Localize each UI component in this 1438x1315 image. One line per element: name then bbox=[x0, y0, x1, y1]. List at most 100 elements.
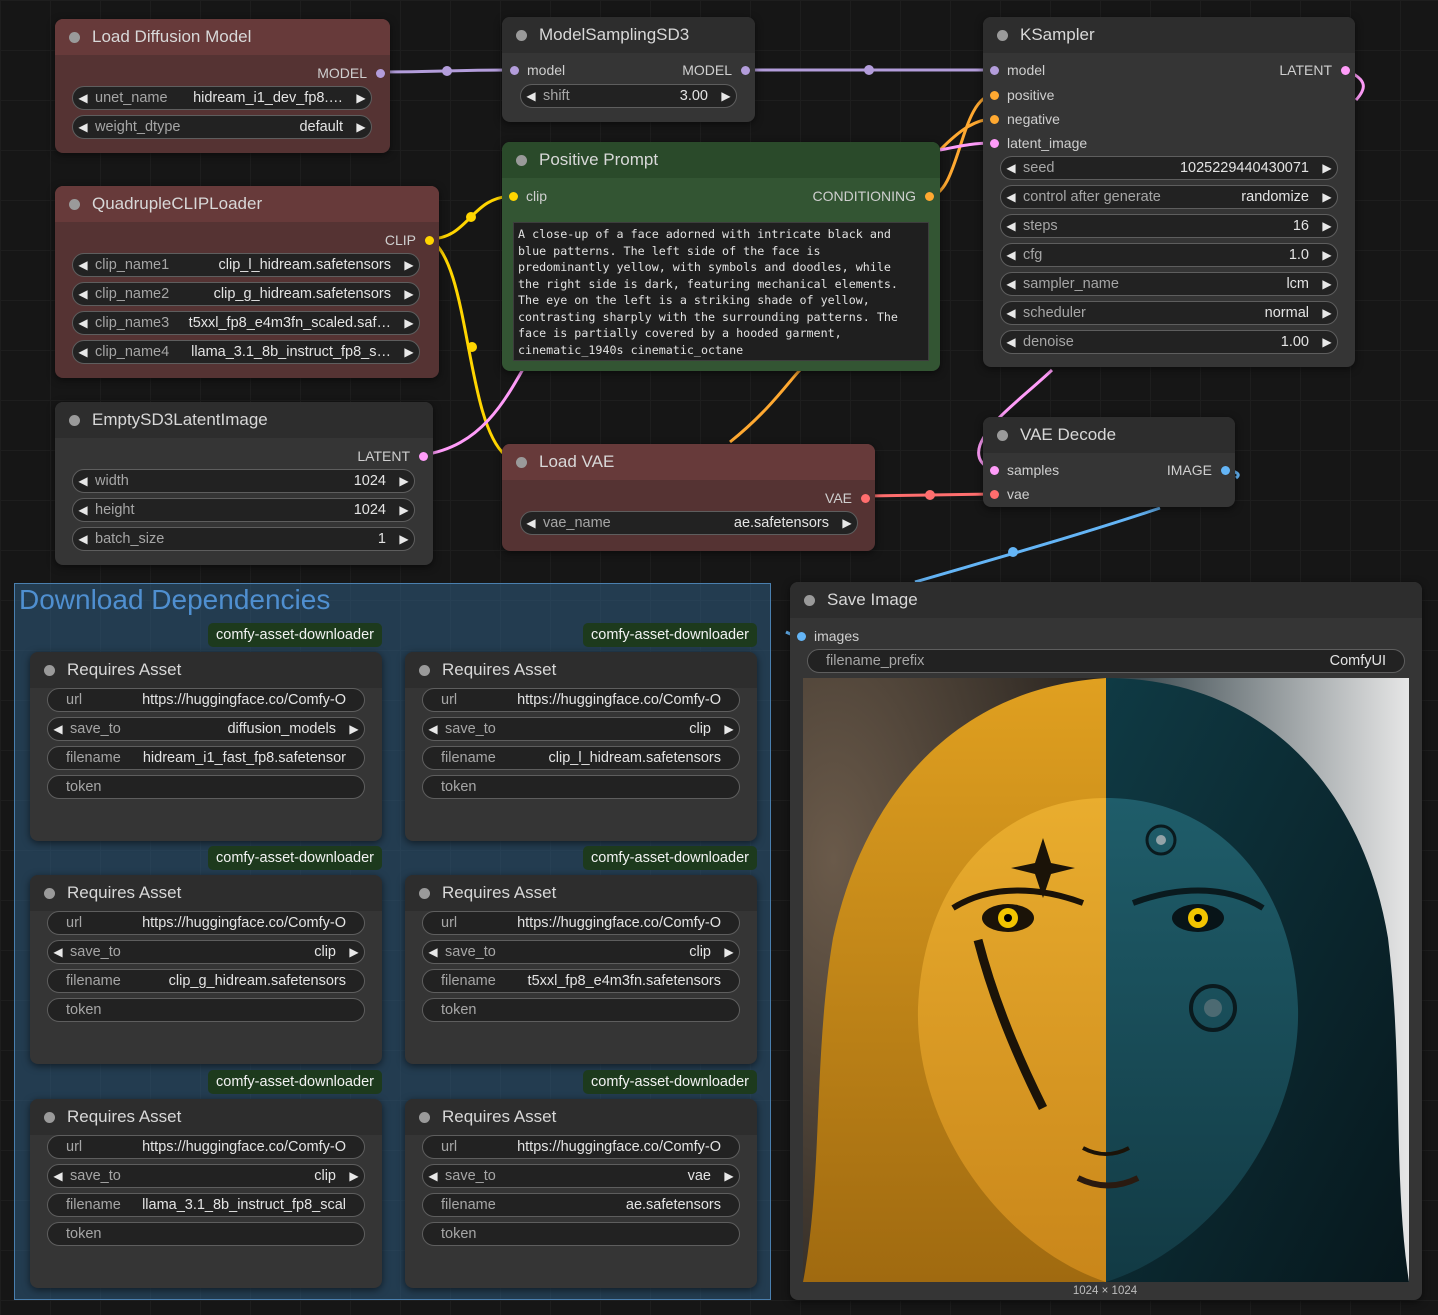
arrow-right-icon[interactable]: ▶ bbox=[1317, 248, 1337, 262]
collapse-dot-icon[interactable] bbox=[44, 887, 55, 899]
arrow-right-icon[interactable]: ▶ bbox=[351, 91, 371, 105]
collapse-dot-icon[interactable] bbox=[997, 29, 1008, 41]
url-input[interactable]: url https://huggingface.co/Comfy-O bbox=[422, 911, 740, 935]
token-input[interactable]: token bbox=[422, 1222, 740, 1246]
collapse-dot-icon[interactable] bbox=[419, 887, 430, 899]
slot-dot-icon[interactable] bbox=[1221, 465, 1230, 475]
arrow-left-icon[interactable]: ◀ bbox=[73, 120, 93, 134]
node-header[interactable]: Requires Asset bbox=[405, 875, 757, 911]
arrow-right-icon[interactable]: ▶ bbox=[719, 945, 739, 959]
arrow-right-icon[interactable]: ▶ bbox=[399, 258, 419, 272]
steps-number[interactable]: ◀ steps 16 ▶ bbox=[1000, 214, 1338, 238]
node-vae-decode[interactable]: VAE Decode samples IMAGE vae bbox=[983, 417, 1235, 507]
arrow-left-icon[interactable]: ◀ bbox=[48, 1169, 68, 1183]
arrow-left-icon[interactable]: ◀ bbox=[48, 722, 68, 736]
collapse-dot-icon[interactable] bbox=[804, 594, 815, 606]
filename-input[interactable]: filename ae.safetensors bbox=[422, 1193, 740, 1217]
filename-input[interactable]: filename llama_3.1_8b_instruct_fp8_scal bbox=[47, 1193, 365, 1217]
output-conditioning-slot[interactable]: CONDITIONING bbox=[813, 187, 934, 205]
shift-number[interactable]: ◀ shift 3.00 ▶ bbox=[520, 84, 737, 108]
arrow-right-icon[interactable]: ▶ bbox=[837, 516, 857, 530]
arrow-left-icon[interactable]: ◀ bbox=[1001, 306, 1021, 320]
arrow-right-icon[interactable]: ▶ bbox=[394, 532, 414, 546]
node-empty-sd3-latent-image[interactable]: EmptySD3LatentImage LATENT ◀ width 1024 ▶ ◀… bbox=[55, 402, 433, 565]
output-image-slot[interactable]: IMAGE bbox=[1167, 461, 1230, 479]
output-model-slot[interactable]: MODEL bbox=[682, 61, 750, 79]
node-header[interactable]: Requires Asset bbox=[405, 652, 757, 688]
node-header[interactable]: ModelSamplingSD3 bbox=[502, 17, 755, 53]
height-number[interactable]: ◀ height 1024 ▶ bbox=[72, 498, 415, 522]
arrow-left-icon[interactable]: ◀ bbox=[73, 316, 93, 330]
arrow-left-icon[interactable]: ◀ bbox=[1001, 219, 1021, 233]
input-negative-slot[interactable]: negative bbox=[990, 110, 1060, 128]
arrow-left-icon[interactable]: ◀ bbox=[73, 258, 93, 272]
collapse-dot-icon[interactable] bbox=[997, 429, 1008, 441]
node-header[interactable]: Load Diffusion Model bbox=[55, 19, 390, 55]
save-to-combo[interactable]: ◀ save_to clip ▶ bbox=[47, 1164, 365, 1188]
clip-name3-combo[interactable]: ◀ clip_name3 t5xxl_fp8_e4m3fn_scaled.saf… ▶ bbox=[72, 311, 420, 335]
slot-dot-icon[interactable] bbox=[990, 489, 999, 499]
input-model-slot[interactable]: model bbox=[990, 61, 1045, 79]
arrow-left-icon[interactable]: ◀ bbox=[73, 532, 93, 546]
input-samples-slot[interactable]: samples bbox=[990, 461, 1059, 479]
node-header[interactable]: Load VAE bbox=[502, 444, 875, 480]
slot-dot-icon[interactable] bbox=[797, 631, 806, 641]
arrow-left-icon[interactable]: ◀ bbox=[423, 1169, 443, 1183]
save-to-combo[interactable]: ◀ save_to clip ▶ bbox=[422, 940, 740, 964]
arrow-right-icon[interactable]: ▶ bbox=[351, 120, 371, 134]
clip-name2-combo[interactable]: ◀ clip_name2 clip_g_hidream.safetensors ▶ bbox=[72, 282, 420, 306]
node-header[interactable]: Positive Prompt bbox=[502, 142, 940, 178]
slot-dot-icon[interactable] bbox=[990, 465, 999, 475]
input-latent-image-slot[interactable]: latent_image bbox=[990, 134, 1087, 152]
url-input[interactable]: url https://huggingface.co/Comfy-O bbox=[47, 688, 365, 712]
clip-name4-combo[interactable]: ◀ clip_name4 llama_3.1_8b_instruct_fp8_s… ▶ bbox=[72, 340, 420, 364]
node-header[interactable]: VAE Decode bbox=[983, 417, 1235, 453]
vae-name-combo[interactable]: ◀ vae_name ae.safetensors ▶ bbox=[520, 511, 858, 535]
arrow-left-icon[interactable]: ◀ bbox=[1001, 277, 1021, 291]
arrow-right-icon[interactable]: ▶ bbox=[719, 1169, 739, 1183]
collapse-dot-icon[interactable] bbox=[69, 198, 80, 210]
node-header[interactable]: Requires Asset bbox=[30, 1099, 382, 1135]
node-header[interactable]: Requires Asset bbox=[30, 875, 382, 911]
weight-dtype-combo[interactable]: ◀ weight_dtype default ▶ bbox=[72, 115, 372, 139]
node-header[interactable]: QuadrupleCLIPLoader bbox=[55, 186, 439, 222]
arrow-left-icon[interactable]: ◀ bbox=[423, 945, 443, 959]
input-vae-slot[interactable]: vae bbox=[990, 485, 1030, 503]
arrow-right-icon[interactable]: ▶ bbox=[344, 945, 364, 959]
save-to-combo[interactable]: ◀ save_to diffusion_models ▶ bbox=[47, 717, 365, 741]
node-positive-prompt[interactable]: Positive Prompt clip CONDITIONING A clos… bbox=[502, 142, 940, 371]
node-header[interactable]: Requires Asset bbox=[30, 652, 382, 688]
input-positive-slot[interactable]: positive bbox=[990, 86, 1054, 104]
arrow-right-icon[interactable]: ▶ bbox=[719, 722, 739, 736]
arrow-right-icon[interactable]: ▶ bbox=[1317, 306, 1337, 320]
cfg-number[interactable]: ◀ cfg 1.0 ▶ bbox=[1000, 243, 1338, 267]
filename-prefix-input[interactable]: filename_prefix ComfyUI bbox=[807, 649, 1405, 673]
node-requires-asset[interactable]: Requires Asset url https://huggingface.co/… bbox=[30, 652, 382, 841]
arrow-left-icon[interactable]: ◀ bbox=[73, 474, 93, 488]
arrow-right-icon[interactable]: ▶ bbox=[394, 503, 414, 517]
arrow-right-icon[interactable]: ▶ bbox=[399, 316, 419, 330]
arrow-right-icon[interactable]: ▶ bbox=[344, 1169, 364, 1183]
arrow-right-icon[interactable]: ▶ bbox=[716, 89, 736, 103]
slot-dot-icon[interactable] bbox=[990, 90, 999, 100]
collapse-dot-icon[interactable] bbox=[419, 1111, 430, 1123]
slot-dot-icon[interactable] bbox=[990, 138, 999, 148]
input-model-slot[interactable]: model bbox=[510, 61, 565, 79]
slot-dot-icon[interactable] bbox=[990, 65, 999, 75]
arrow-left-icon[interactable]: ◀ bbox=[423, 722, 443, 736]
collapse-dot-icon[interactable] bbox=[44, 664, 55, 676]
filename-input[interactable]: filename hidream_i1_fast_fp8.safetensor bbox=[47, 746, 365, 770]
unet-name-combo[interactable]: ◀ unet_name hidream_i1_dev_fp8.… ▶ bbox=[72, 86, 372, 110]
arrow-left-icon[interactable]: ◀ bbox=[1001, 161, 1021, 175]
collapse-dot-icon[interactable] bbox=[44, 1111, 55, 1123]
input-images-slot[interactable]: images bbox=[797, 627, 859, 645]
group-title[interactable]: Download Dependencies bbox=[19, 584, 330, 616]
node-load-diffusion-model[interactable]: Load Diffusion Model MODEL ◀ unet_name hid… bbox=[55, 19, 390, 153]
filename-input[interactable]: filename clip_l_hidream.safetensors bbox=[422, 746, 740, 770]
collapse-dot-icon[interactable] bbox=[69, 31, 80, 43]
url-input[interactable]: url https://huggingface.co/Comfy-O bbox=[422, 1135, 740, 1159]
output-image-preview[interactable] bbox=[803, 678, 1409, 1282]
slot-dot-icon[interactable] bbox=[990, 114, 999, 124]
slot-dot-icon[interactable] bbox=[861, 493, 870, 503]
arrow-left-icon[interactable]: ◀ bbox=[1001, 190, 1021, 204]
